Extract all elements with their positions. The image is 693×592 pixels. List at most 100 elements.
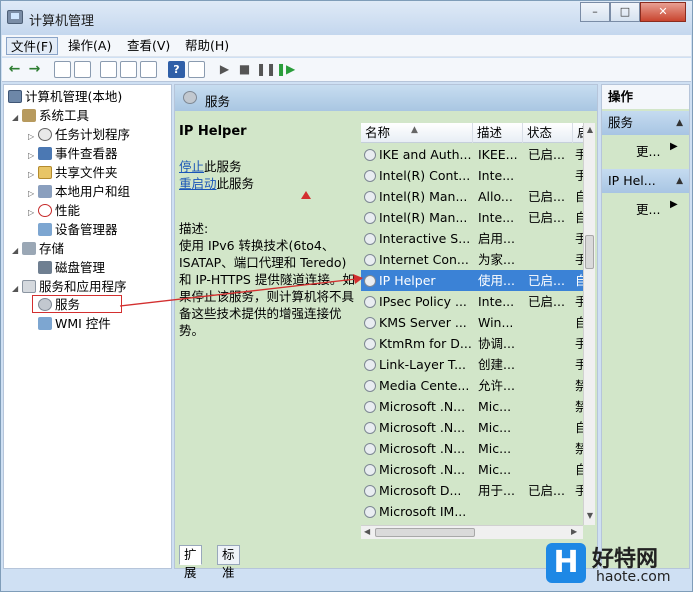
service-row[interactable]: Microsoft D... 用于... 已启... 手 — [361, 480, 583, 501]
stop-service-link[interactable]: 停止 — [179, 159, 204, 174]
actions-section-ip-helper[interactable]: IP Hel... ▲ — [602, 169, 689, 193]
service-row[interactable]: Microsoft .N... Mic... 自 — [361, 417, 583, 438]
service-row[interactable]: KMS Server ... Win... 自 — [361, 312, 583, 333]
scroll-left-icon[interactable]: ◀ — [364, 527, 370, 536]
menu-action[interactable]: 操作(A) — [64, 37, 115, 55]
tree-item-root[interactable]: 计算机管理(本地) — [8, 88, 122, 106]
service-name: Link-Layer T... — [379, 357, 467, 372]
scroll-up-icon[interactable]: ▲ — [585, 125, 595, 134]
service-row[interactable]: Link-Layer T... 创建... 手 — [361, 354, 583, 375]
tree-item-services-apps[interactable]: ◢ 服务和应用程序 — [12, 278, 127, 296]
menu-file[interactable]: 文件(F) — [6, 37, 58, 55]
tree-item-device-manager[interactable]: 设备管理器 — [38, 221, 118, 239]
collapse-arrow-icon[interactable]: ▷ — [28, 166, 38, 184]
tree-item-local-users[interactable]: ▷ 本地用户和组 — [28, 183, 130, 201]
stop-icon[interactable]: ■ — [236, 61, 253, 78]
tab-extended[interactable]: 扩展 — [179, 545, 202, 580]
watermark-url: haote.com — [596, 569, 671, 585]
service-row[interactable]: Microsoft .N... Mic... 禁 — [361, 438, 583, 459]
service-startup-cell: 自 — [575, 273, 583, 288]
scroll-thumb[interactable] — [375, 528, 475, 537]
service-row[interactable]: IKE and Auth... IKEE... 已启... 手 — [361, 144, 583, 165]
help-icon[interactable]: ? — [168, 61, 185, 78]
service-desc-cell: Mic... — [478, 441, 512, 456]
service-gear-icon — [364, 485, 376, 497]
service-gear-icon — [364, 359, 376, 371]
column-header-startup[interactable]: 启 — [573, 123, 590, 143]
service-row[interactable]: KtmRm for D... 协调... 手 — [361, 333, 583, 354]
stop-service-line: 停止此服务 — [179, 158, 357, 175]
expand-arrow-icon[interactable]: ◢ — [12, 109, 22, 127]
services-list[interactable]: ▲ 名称 描述 状态 启 IKE and Auth... IKEE... 已启... 手… — [361, 123, 595, 543]
console-icon[interactable] — [188, 61, 205, 78]
service-gear-icon — [364, 401, 376, 413]
service-name-cell: KMS Server ... — [364, 312, 476, 333]
tree-item-task-scheduler[interactable]: ▷ 任务计划程序 — [28, 126, 130, 144]
collapse-arrow-icon[interactable]: ▷ — [28, 204, 38, 222]
forward-arrow-icon[interactable]: → — [26, 61, 43, 78]
expand-arrow-icon[interactable]: ◢ — [12, 242, 22, 260]
service-startup-cell: 手 — [575, 294, 583, 309]
more-actions-ip-helper[interactable]: 更... ▶ — [636, 199, 678, 218]
service-startup-cell: 手 — [575, 231, 583, 246]
service-row[interactable]: Microsoft .N... Mic... 自 — [361, 459, 583, 480]
tree-item-disk-management[interactable]: 磁盘管理 — [38, 259, 105, 277]
tree-item-system-tools[interactable]: ◢ 系统工具 — [12, 107, 89, 125]
column-header-desc[interactable]: 描述 — [473, 123, 523, 143]
up-folder-icon[interactable] — [54, 61, 71, 78]
service-row[interactable]: Internet Con... 为家... 手 — [361, 249, 583, 270]
title-bar[interactable]: 计算机管理 – □ ✕ — [1, 1, 692, 35]
tree-item-event-viewer[interactable]: ▷ 事件查看器 — [28, 145, 118, 163]
back-arrow-icon[interactable]: ← — [6, 61, 23, 78]
pause-icon[interactable]: ❚❚ — [256, 61, 276, 78]
vertical-scrollbar[interactable]: ▲ ▼ — [583, 123, 595, 525]
expand-arrow-icon[interactable]: ◢ — [12, 280, 22, 298]
service-row[interactable]: Microsoft .N... Mic... 禁 — [361, 396, 583, 417]
column-label: 名称 — [365, 125, 391, 140]
more-actions-services[interactable]: 更... ▶ — [636, 141, 678, 160]
scroll-down-icon[interactable]: ▼ — [585, 511, 595, 520]
column-header-status[interactable]: 状态 — [523, 123, 573, 143]
service-row[interactable]: IPsec Policy ... Inte... 已启... 手 — [361, 291, 583, 312]
maximize-button[interactable]: □ — [610, 2, 640, 22]
horizontal-scrollbar[interactable]: ◀ ▶ — [361, 525, 583, 539]
disk-icon — [38, 261, 52, 274]
collapse-triangle-icon[interactable]: ▲ — [676, 111, 683, 135]
service-gear-icon — [364, 296, 376, 308]
service-row[interactable]: Intel(R) Man... Inte... 已启... 自 — [361, 207, 583, 228]
service-row[interactable]: Media Cente... 允许... 禁 — [361, 375, 583, 396]
tab-standard[interactable]: 标准 — [217, 545, 240, 580]
minimize-button[interactable]: – — [580, 2, 610, 22]
service-row[interactable]: Microsoft IM... — [361, 501, 583, 522]
tree-item-performance[interactable]: ▷ 性能 — [28, 202, 80, 220]
menu-view[interactable]: 查看(V) — [123, 37, 174, 55]
restart-icon[interactable]: ❚▶ — [276, 61, 295, 78]
column-header-name[interactable]: ▲ 名称 — [361, 123, 473, 143]
show-tree-icon[interactable] — [74, 61, 91, 78]
properties-icon[interactable] — [100, 61, 117, 78]
service-row[interactable]: Intel(R) Man... Allo... 已启... 自 — [361, 186, 583, 207]
close-button[interactable]: ✕ — [640, 2, 686, 22]
collapse-arrow-icon[interactable]: ▷ — [28, 185, 38, 203]
menu-bar: 文件(F) 操作(A) 查看(V) 帮助(H) — [2, 35, 691, 57]
scroll-right-icon[interactable]: ▶ — [571, 527, 577, 536]
window-controls: – □ ✕ — [580, 2, 686, 22]
restart-service-link[interactable]: 重启动 — [179, 176, 217, 191]
refresh-icon[interactable] — [140, 61, 157, 78]
service-name: Intel(R) Man... — [379, 210, 468, 225]
actions-section-services[interactable]: 服务 ▲ — [602, 111, 689, 135]
toolbar: ← → ? ▶ ■ ❚❚ ❚▶ — [2, 58, 691, 82]
collapse-arrow-icon[interactable]: ▷ — [28, 147, 38, 165]
scroll-thumb[interactable] — [585, 235, 594, 269]
tree-item-storage[interactable]: ◢ 存储 — [12, 240, 64, 258]
service-row[interactable]: Intel(R) Cont... Inte... 手 — [361, 165, 583, 186]
menu-help[interactable]: 帮助(H) — [181, 37, 233, 55]
tree-item-shared-folders[interactable]: ▷ 共享文件夹 — [28, 164, 118, 182]
play-icon[interactable]: ▶ — [216, 61, 233, 78]
tree-item-wmi[interactable]: WMI 控件 — [38, 315, 111, 333]
collapse-triangle-icon[interactable]: ▲ — [676, 169, 683, 193]
collapse-arrow-icon[interactable]: ▷ — [28, 128, 38, 146]
service-row[interactable]: IP Helper 使用... 已启... 自 — [361, 270, 583, 291]
export-icon[interactable] — [120, 61, 137, 78]
service-row[interactable]: Interactive S... 启用... 手 — [361, 228, 583, 249]
